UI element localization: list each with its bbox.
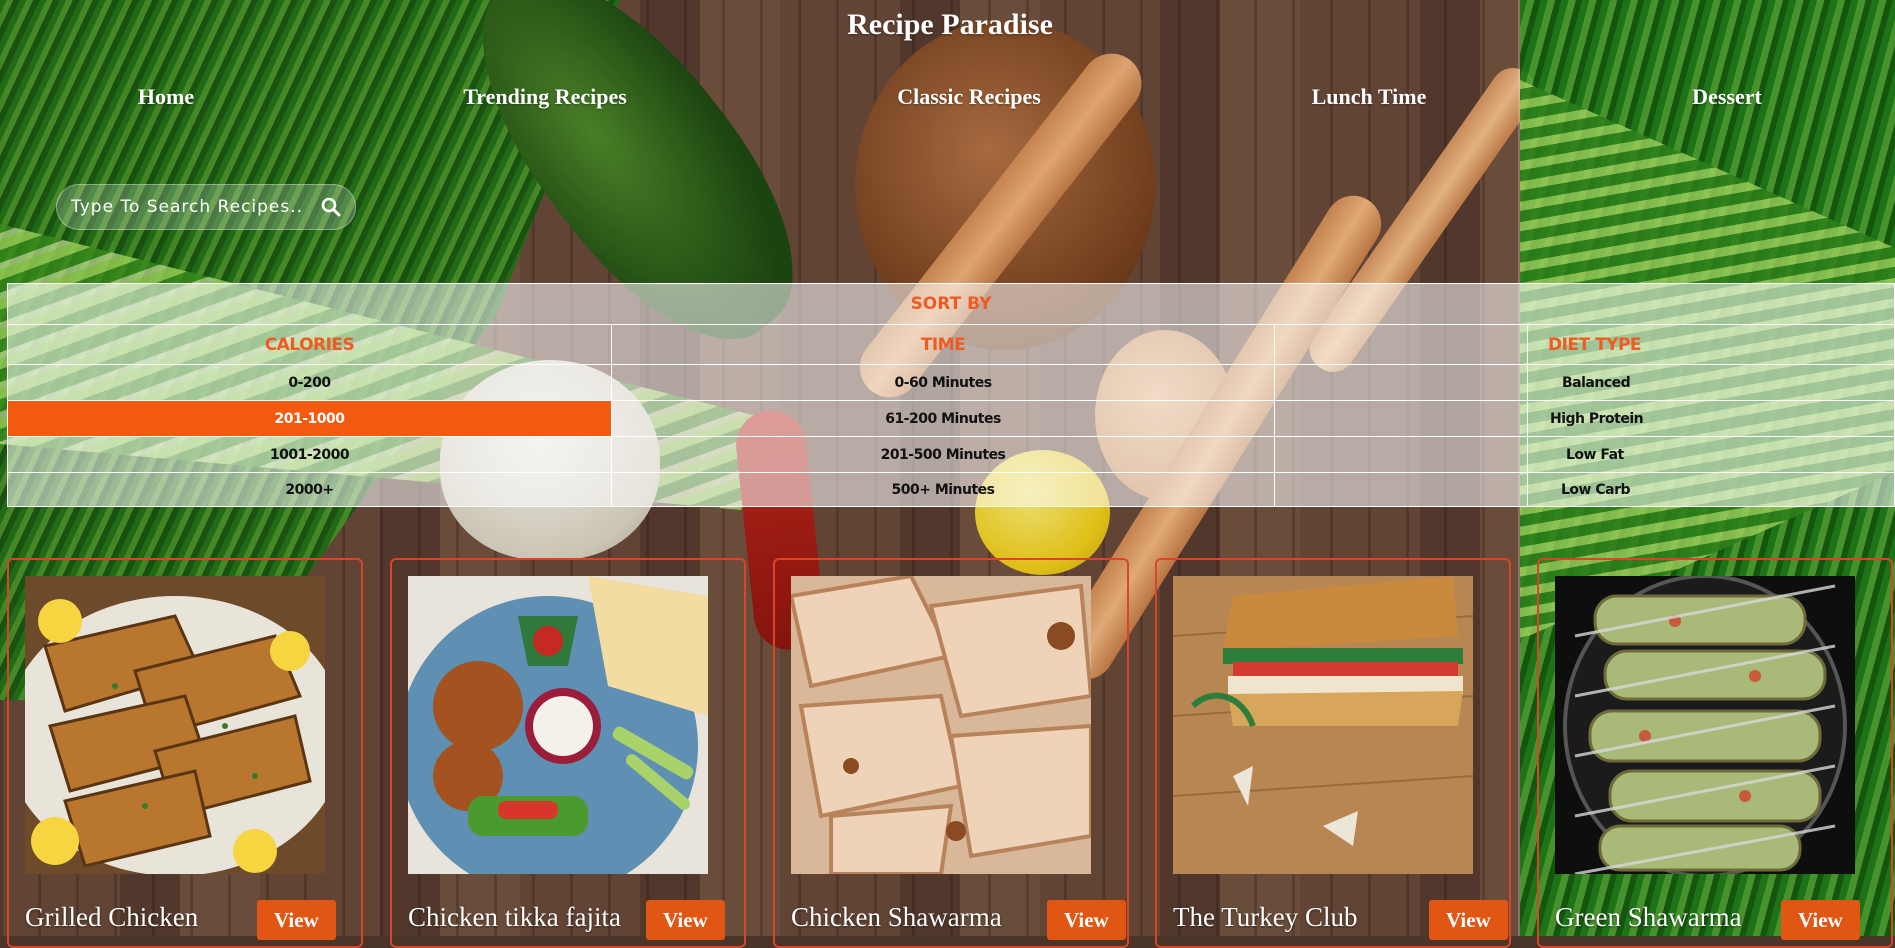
empty-cell <box>1275 473 1528 507</box>
recipe-image-chicken-shawarma <box>791 576 1091 874</box>
diet-option[interactable]: Low Fat <box>1528 437 1895 473</box>
recipe-image-the-turkey-club <box>1173 576 1473 874</box>
view-button[interactable]: View <box>1047 900 1126 940</box>
search-icon[interactable] <box>321 196 343 218</box>
sort-header-row: CALORIES TIME DIET TYPE <box>8 324 1894 365</box>
diet-option[interactable]: Balanced <box>1528 365 1895 401</box>
time-option[interactable]: 0-60 Minutes <box>612 365 1275 401</box>
view-button[interactable]: View <box>1781 900 1860 940</box>
calories-option[interactable]: 1001-2000 <box>8 437 612 473</box>
sort-title: SORT BY <box>910 294 992 314</box>
view-button[interactable]: View <box>257 900 336 940</box>
recipe-card: Chicken Shawarma View <box>773 558 1129 948</box>
recipe-card: Green Shawarma View <box>1537 558 1893 948</box>
diet-option[interactable]: Low Carb <box>1528 473 1895 507</box>
recipe-name: Grilled Chicken <box>25 902 199 932</box>
view-button[interactable]: View <box>1429 900 1508 940</box>
diet-type-header: DIET TYPE <box>1548 335 1642 355</box>
nav-lunch-time[interactable]: Lunch Time <box>1312 84 1427 110</box>
recipe-name: Green Shawarma <box>1555 902 1742 932</box>
recipe-name: The Turkey Club <box>1173 902 1358 932</box>
sort-row: 1001-2000 201-500 Minutes Low Fat <box>8 436 1894 473</box>
nav-trending-recipes[interactable]: Trending Recipes <box>463 84 627 110</box>
empty-header-cell <box>1275 325 1528 365</box>
nav-home[interactable]: Home <box>138 84 194 110</box>
recipe-image-green-shawarma <box>1555 576 1855 874</box>
sort-panel: SORT BY CALORIES TIME DIET TYPE 0-200 0-… <box>7 283 1895 507</box>
calories-option[interactable]: 0-200 <box>8 365 612 401</box>
sort-row: 0-200 0-60 Minutes Balanced <box>8 364 1894 401</box>
recipe-image-grilled-chicken <box>25 576 325 874</box>
recipe-name: Chicken Shawarma <box>791 902 1002 932</box>
nav-classic-recipes[interactable]: Classic Recipes <box>897 84 1041 110</box>
sort-row: 2000+ 500+ Minutes Low Carb <box>8 472 1894 507</box>
recipe-card: Chicken tikka fajita View <box>390 558 746 948</box>
recipe-image-chicken-tikka-fajita <box>408 576 708 874</box>
recipe-name: Chicken tikka fajita <box>408 902 621 932</box>
time-option[interactable]: 61-200 Minutes <box>612 401 1275 437</box>
diet-option[interactable]: High Protein <box>1528 401 1895 437</box>
empty-cell <box>1275 401 1528 437</box>
recipe-card: Grilled Chicken View <box>7 558 363 948</box>
main-nav: Home Trending Recipes Classic Recipes Lu… <box>0 84 1895 114</box>
time-option[interactable]: 500+ Minutes <box>612 473 1275 507</box>
recipe-card: The Turkey Club View <box>1155 558 1511 948</box>
empty-cell <box>1275 437 1528 473</box>
site-title: Recipe Paradise <box>847 8 1053 41</box>
calories-option-selected[interactable]: 201-1000 <box>8 401 612 437</box>
calories-option[interactable]: 2000+ <box>8 473 612 507</box>
recipe-grid: Grilled Chicken View Chicken tikka fajit… <box>0 558 1895 948</box>
empty-cell <box>1275 365 1528 401</box>
sort-row: 201-1000 61-200 Minutes High Protein <box>8 400 1894 437</box>
nav-dessert[interactable]: Dessert <box>1692 84 1762 110</box>
search-bar <box>56 184 356 230</box>
time-option[interactable]: 201-500 Minutes <box>612 437 1275 473</box>
search-input[interactable] <box>69 196 317 218</box>
view-button[interactable]: View <box>646 900 725 940</box>
calories-header: CALORIES <box>8 325 612 365</box>
time-header: TIME <box>612 325 1275 365</box>
